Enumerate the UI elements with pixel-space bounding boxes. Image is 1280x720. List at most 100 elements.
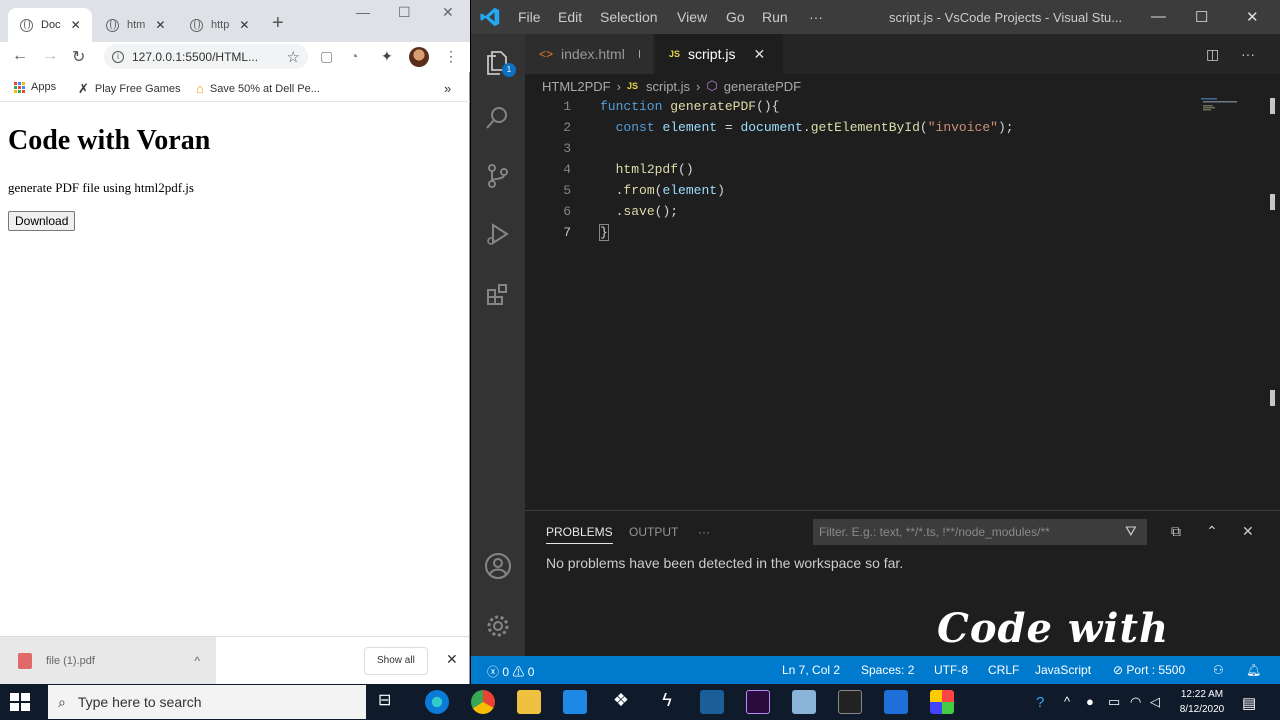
- puzzle-icon[interactable]: ✦: [381, 48, 393, 65]
- breadcrumb-file[interactable]: script.js: [646, 79, 690, 94]
- taskbar-search-input[interactable]: ⌕ Type here to search: [48, 685, 366, 719]
- system-clock[interactable]: 12:22 AM 8/12/2020: [1170, 687, 1234, 717]
- line-ending[interactable]: CRLF: [988, 663, 1019, 677]
- collapse-all-icon[interactable]: ⧉: [1171, 523, 1181, 540]
- problems-status[interactable]: ⓧ 0 ⚠ 0: [487, 663, 534, 680]
- file-explorer-icon[interactable]: [517, 690, 541, 714]
- terminal-icon[interactable]: [838, 690, 862, 714]
- panel-more-icon[interactable]: ···: [698, 525, 710, 539]
- menu-selection[interactable]: Selection: [600, 9, 658, 25]
- address-bar[interactable]: i 127.0.0.1:5500/HTML... ☆: [104, 44, 308, 69]
- chevron-up-icon[interactable]: ^: [194, 654, 200, 668]
- premiere-icon[interactable]: [746, 690, 770, 714]
- paint-icon[interactable]: [930, 690, 954, 714]
- close-icon[interactable]: ✕: [71, 18, 81, 32]
- close-icon[interactable]: ✕: [753, 46, 765, 63]
- menu-file[interactable]: File: [518, 9, 541, 25]
- notifications-icon[interactable]: 🔔︎: [1246, 663, 1261, 677]
- bookmark-play-free-games[interactable]: ✗ Play Free Games: [78, 81, 181, 97]
- network-icon[interactable]: ▭: [1108, 694, 1120, 710]
- volume-icon[interactable]: ◁: [1150, 694, 1160, 710]
- live-share-icon[interactable]: ⚇: [1213, 663, 1224, 677]
- gear-icon[interactable]: [484, 612, 512, 640]
- bookmark-dell[interactable]: ⌂ Save 50% at Dell Pe...: [196, 81, 320, 96]
- wifi-icon[interactable]: ◠: [1130, 694, 1141, 710]
- menu-run[interactable]: Run: [762, 9, 788, 25]
- minimap[interactable]: [1201, 98, 1241, 112]
- live-server-status[interactable]: ⊘ Port : 5500: [1113, 663, 1185, 677]
- close-icon[interactable]: ✕: [446, 651, 458, 668]
- tab-problems[interactable]: PROBLEMS: [546, 525, 613, 544]
- split-editor-icon[interactable]: ◫: [1206, 46, 1219, 63]
- code-line: 6 .save();: [563, 204, 679, 219]
- problems-filter-input[interactable]: Filter. E.g.: text, **/*.ts, !**/node_mo…: [813, 519, 1147, 545]
- language-mode[interactable]: JavaScript: [1035, 663, 1091, 677]
- account-icon[interactable]: [484, 552, 512, 580]
- maximize-icon[interactable]: ☐: [398, 4, 411, 21]
- menu-view[interactable]: View: [677, 9, 707, 25]
- more-actions-icon[interactable]: ···: [1241, 46, 1255, 62]
- extension-icon[interactable]: ◔: [350, 48, 358, 64]
- microphone-icon[interactable]: ●: [1086, 694, 1094, 709]
- menu-more[interactable]: ···: [809, 9, 823, 25]
- chrome-icon[interactable]: [471, 690, 495, 714]
- bookmarks-overflow-icon[interactable]: »: [444, 81, 451, 96]
- close-window-icon[interactable]: ✕: [442, 4, 454, 21]
- chrome-tab-http[interactable]: http ✕: [178, 8, 260, 42]
- help-icon[interactable]: ?: [1036, 694, 1044, 711]
- breadcrumb-folder[interactable]: HTML2PDF: [542, 79, 611, 94]
- info-icon[interactable]: i: [112, 50, 124, 63]
- cursor-position[interactable]: Ln 7, Col 2: [782, 663, 840, 677]
- media-player-icon[interactable]: [884, 690, 908, 714]
- menu-edit[interactable]: Edit: [558, 9, 582, 25]
- breadcrumb-symbol[interactable]: generatePDF: [724, 79, 801, 94]
- source-control-icon[interactable]: [484, 162, 512, 190]
- forward-icon[interactable]: →: [42, 47, 58, 65]
- windows-start-icon[interactable]: [10, 693, 30, 711]
- menu-go[interactable]: Go: [726, 9, 745, 25]
- indentation[interactable]: Spaces: 2: [861, 663, 914, 677]
- editor-scrollbar[interactable]: [1268, 98, 1276, 408]
- bookmark-apps[interactable]: Apps: [14, 81, 56, 93]
- back-icon[interactable]: ←: [12, 47, 28, 65]
- more-menu-icon[interactable]: ⋮: [444, 48, 458, 65]
- avatar[interactable]: [409, 47, 429, 67]
- download-item[interactable]: file (1).pdf ^: [0, 637, 216, 685]
- mail-icon[interactable]: [563, 690, 587, 714]
- filter-icon[interactable]: ⛛: [1125, 523, 1137, 540]
- close-icon[interactable]: ✕: [1242, 523, 1254, 540]
- bookmark-star-icon[interactable]: ☆: [287, 48, 300, 66]
- tab-script-js[interactable]: JS script.js ✕: [655, 34, 783, 74]
- action-center-icon[interactable]: ▤: [1242, 694, 1256, 712]
- maximize-icon[interactable]: ☐: [1195, 8, 1208, 26]
- encoding[interactable]: UTF-8: [934, 663, 968, 677]
- tab-index-html[interactable]: <> index.html: [525, 34, 653, 74]
- minimize-icon[interactable]: —: [356, 4, 370, 20]
- chevron-up-icon[interactable]: ⌃: [1206, 523, 1218, 540]
- new-tab-button[interactable]: +: [272, 12, 284, 35]
- close-icon[interactable]: ✕: [155, 18, 165, 32]
- globe-icon: [106, 18, 119, 32]
- download-button[interactable]: Download: [8, 211, 76, 231]
- dropbox-icon[interactable]: ❖: [609, 690, 633, 714]
- show-all-button[interactable]: Show all: [364, 647, 428, 675]
- reload-icon[interactable]: ↻: [72, 47, 85, 67]
- code-editor[interactable]: 1 function generatePDF(){ 2 const element…: [525, 96, 1280, 476]
- run-debug-icon[interactable]: [484, 220, 512, 248]
- extensions-icon[interactable]: [484, 280, 512, 308]
- notepad-icon[interactable]: [792, 690, 816, 714]
- task-view-icon[interactable]: ⊟: [378, 690, 402, 714]
- tab-output[interactable]: OUTPUT: [629, 525, 678, 539]
- chrome-tab-docs[interactable]: Doc ✕: [8, 8, 92, 42]
- extension-icon[interactable]: ▢: [320, 48, 333, 65]
- power-automate-icon[interactable]: ϟ: [655, 690, 679, 714]
- close-icon[interactable]: ✕: [239, 18, 249, 32]
- close-window-icon[interactable]: ✕: [1246, 8, 1259, 26]
- vscode-taskbar-icon[interactable]: [700, 690, 724, 714]
- edge-icon[interactable]: [425, 690, 449, 714]
- gamepad-icon: ✗: [78, 81, 89, 96]
- chevron-up-icon[interactable]: ^: [1064, 694, 1070, 709]
- minimize-icon[interactable]: —: [1151, 8, 1166, 25]
- search-icon[interactable]: [484, 104, 512, 132]
- chrome-tab-html[interactable]: htm ✕: [94, 8, 174, 42]
